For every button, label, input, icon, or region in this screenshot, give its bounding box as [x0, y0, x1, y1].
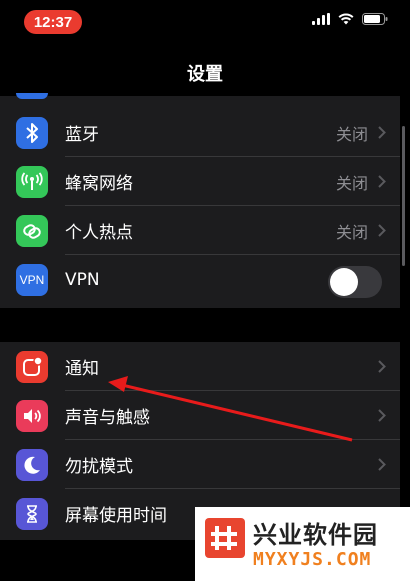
chevron-right-icon [378, 175, 386, 188]
scroll-indicator[interactable] [402, 126, 405, 266]
status-icons [312, 13, 388, 25]
row-label: 声音与触感 [65, 408, 150, 428]
status-time[interactable]: 12:37 [24, 10, 82, 34]
row-value: 关闭 [335, 222, 368, 242]
chevron-right-icon [378, 126, 386, 139]
wifi-icon [338, 13, 354, 25]
speaker-icon [16, 399, 48, 432]
chevron-right-icon [378, 224, 386, 237]
row-label: 屏幕使用时间 [65, 506, 167, 526]
battery-icon [362, 13, 388, 25]
row-label: 蓝牙 [65, 125, 99, 145]
page-title: 设置 [187, 64, 223, 85]
settings-row-notifications[interactable]: 通知 [0, 342, 400, 391]
row-label: 勿扰模式 [65, 457, 133, 477]
settings-row-vpn[interactable]: VPN VPN [0, 255, 400, 304]
watermark-title: 兴业软件园 [253, 521, 378, 549]
vpn-icon-text: VPN [19, 272, 45, 287]
hotspot-link-icon [16, 214, 48, 247]
settings-row-cellular[interactable]: 蜂窝网络 关闭 [0, 157, 400, 206]
vpn-icon: VPN [16, 263, 48, 296]
toggle-knob [330, 268, 358, 296]
cellular-signal-icon [312, 13, 330, 25]
settings-row-sounds[interactable]: 声音与触感 [0, 391, 400, 440]
status-bar: 12:37 [0, 0, 410, 44]
chevron-right-icon [378, 409, 386, 422]
row-label: 通知 [65, 359, 99, 379]
settings-row-do-not-disturb[interactable]: 勿扰模式 [0, 440, 400, 489]
watermark-logo [205, 518, 245, 558]
row-label: 个人热点 [65, 223, 133, 243]
hourglass-icon [16, 497, 48, 530]
cellular-antenna-icon [16, 165, 48, 198]
settings-row-hotspot[interactable]: 个人热点 关闭 [0, 206, 400, 255]
notification-icon [16, 350, 48, 383]
bluetooth-icon [16, 116, 48, 149]
watermark: 兴业软件园 MYXYJS.COM [195, 507, 410, 581]
row-value: 关闭 [335, 173, 368, 193]
previous-row-icon-peek [16, 93, 48, 99]
row-value: 关闭 [335, 124, 368, 144]
row-label: 蜂窝网络 [65, 174, 133, 194]
row-label: VPN [65, 269, 100, 290]
watermark-subtitle: MYXYJS.COM [253, 549, 372, 570]
moon-icon [16, 448, 48, 481]
settings-row-bluetooth[interactable]: 蓝牙 关闭 [0, 108, 400, 157]
vpn-toggle[interactable] [328, 266, 382, 298]
chevron-right-icon [378, 360, 386, 373]
chevron-right-icon [378, 458, 386, 471]
